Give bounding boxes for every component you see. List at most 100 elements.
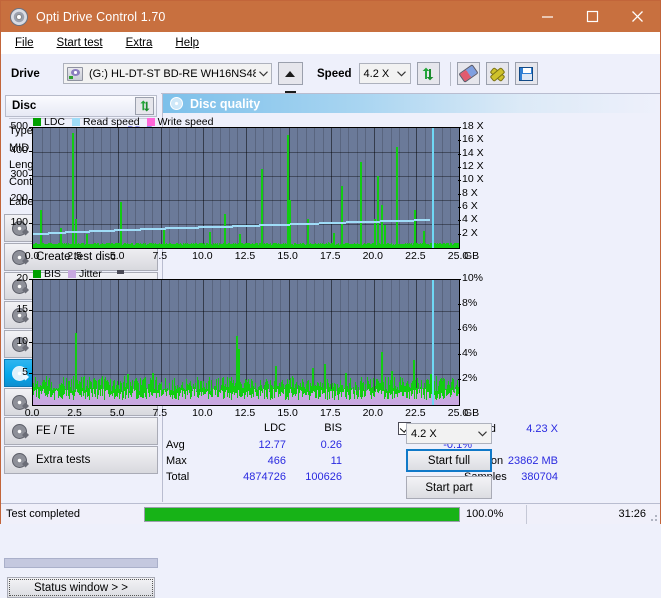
gridline-minor [237, 128, 238, 248]
chart-spike [384, 225, 386, 248]
maximize-icon[interactable] [570, 1, 615, 32]
y2-axis-tick-label: 8 X [462, 186, 478, 199]
gridline-major [416, 128, 417, 248]
drive-select[interactable]: (G:) HL-DT-ST BD-RE WH16NS48 1.D3 [63, 63, 272, 84]
menu-file[interactable]: File [12, 35, 37, 51]
gridline-minor [442, 128, 443, 248]
chart-spike [86, 233, 88, 248]
stats-row-label-total: Total [166, 471, 190, 483]
gridline-minor [450, 128, 451, 248]
y-axis-tick-label: 400 [10, 144, 28, 156]
chart-spike [40, 209, 42, 248]
disc-refresh-button[interactable] [135, 97, 154, 115]
close-icon[interactable] [615, 1, 660, 32]
panel-header: Disc quality [163, 94, 660, 113]
refresh-drive-button[interactable] [416, 62, 440, 85]
gridline-minor [178, 128, 179, 248]
refresh-icon [422, 67, 434, 80]
tools-button[interactable] [485, 62, 509, 85]
stats-ldc-total: 4874726 [243, 471, 286, 483]
chart-spike [224, 214, 226, 248]
chart-spike [381, 204, 383, 248]
x-axis-tick-label: 22.5 [405, 250, 426, 262]
test-speed-select[interactable]: 4.2 X [406, 423, 492, 444]
gridline-minor [391, 128, 392, 248]
y-axis-tick-label: 200 [10, 192, 28, 204]
y2-axis-tick-label: 10 X [462, 173, 484, 186]
speed-select[interactable]: 4.2 X [358, 63, 411, 84]
y-axis-tick [29, 342, 32, 343]
y2-axis-tick [458, 279, 461, 280]
save-button[interactable] [514, 62, 538, 85]
chart-bar [458, 243, 459, 248]
gridline-horizontal [33, 374, 459, 375]
x-axis-tick-label: 15.0 [277, 407, 298, 419]
menu-help[interactable]: Help [172, 35, 202, 51]
chart-spike [423, 231, 425, 248]
speed-label: Speed [317, 67, 352, 80]
test-speed-value: 4.2 X [411, 427, 437, 440]
chart-bar [458, 394, 459, 405]
status-divider [526, 504, 527, 524]
menu-start-test[interactable]: Start test [54, 35, 106, 51]
eject-button[interactable] [278, 62, 303, 93]
drive-toolbar: Drive (G:) HL-DT-ST BD-RE WH16NS48 1.D3 … [1, 54, 660, 94]
minimize-icon[interactable] [525, 1, 570, 32]
y-axis-tick-label: 500 [10, 120, 28, 132]
y2-axis-tick-label: 2 X [462, 226, 478, 239]
chevron-down-icon [256, 64, 271, 83]
y-axis-tick [29, 151, 32, 152]
erase-button[interactable] [456, 62, 480, 85]
sidebar-item-extra-tests[interactable]: Extra tests [4, 446, 158, 474]
y2-axis-tick-label: 14 X [462, 146, 484, 159]
resize-grip-icon[interactable] [648, 512, 658, 522]
x-axis-tick-label: 10.0 [192, 250, 213, 262]
gridline-minor [323, 128, 324, 248]
legend-swatch-read-speed [72, 118, 81, 126]
gridline-horizontal [33, 343, 459, 344]
gridline-minor [365, 128, 366, 248]
start-part-button[interactable]: Start part [406, 476, 492, 499]
gridline-minor [169, 128, 170, 248]
disc-panel-header: Disc [5, 95, 157, 117]
chart-spike [414, 209, 416, 248]
sidebar-item-fe-te[interactable]: FE / TE [4, 417, 158, 445]
chart-spike [261, 168, 263, 248]
y-axis-tick [29, 310, 32, 311]
stats-header-bis: BIS [324, 422, 342, 434]
start-full-button[interactable]: Start full [406, 449, 492, 472]
gridline-major [331, 128, 332, 248]
gridline-minor [220, 128, 221, 248]
gridline-minor [144, 128, 145, 248]
title-bar: Opti Drive Control 1.70 [1, 1, 660, 32]
x-axis-tick-label: 5.0 [109, 407, 125, 419]
status-window-button[interactable]: Status window > > [7, 577, 155, 598]
gridline-major [203, 128, 204, 248]
stats-ldc-avg: 12.77 [258, 439, 286, 451]
y-axis-tick [29, 127, 32, 128]
window-controls [525, 1, 660, 32]
y2-axis-tick-label: 6 X [462, 200, 478, 212]
chart-spike [163, 229, 165, 248]
y2-axis-tick [458, 220, 461, 221]
y-axis-tick [29, 175, 32, 176]
gridline-minor [399, 128, 400, 248]
disc-icon [12, 452, 29, 468]
x-axis-tick-label: 12.5 [234, 407, 256, 419]
x-axis-tick-label: 0.0 [24, 250, 40, 262]
chart-spike [396, 147, 398, 248]
x-axis-tick-label: 20.0 [362, 407, 384, 419]
progress-bar [144, 506, 460, 522]
y2-axis-tick [458, 234, 461, 235]
y2-axis-tick-label: 8% [462, 297, 478, 309]
menu-extra[interactable]: Extra [123, 35, 156, 51]
x-axis-tick-label: 17.5 [319, 407, 341, 419]
y-axis-tick-label: 15 [16, 303, 28, 316]
gridline-minor [212, 128, 213, 248]
y2-axis-tick [458, 140, 461, 141]
drive-select-value: (G:) HL-DT-ST BD-RE WH16NS48 1.D3 [89, 67, 257, 80]
refresh-icon [139, 100, 150, 112]
x-axis-tick-label: 5.0 [109, 250, 125, 262]
gridline-minor [348, 128, 349, 248]
stats-bis-total: 100626 [305, 471, 342, 483]
